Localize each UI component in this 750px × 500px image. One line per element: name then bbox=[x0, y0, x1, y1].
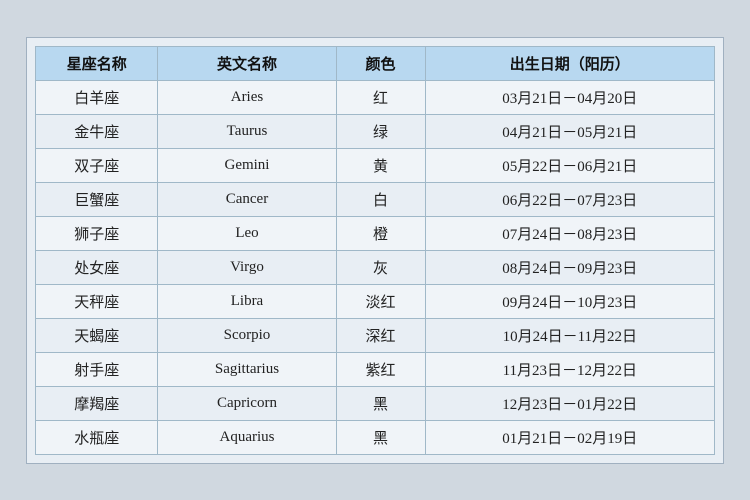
cell-color: 白 bbox=[336, 182, 425, 216]
table-row: 白羊座Aries红03月21日－04月20日 bbox=[36, 80, 715, 114]
table-row: 摩羯座Capricorn黑12月23日－01月22日 bbox=[36, 386, 715, 420]
cell-date: 05月22日－06月21日 bbox=[425, 148, 714, 182]
cell-cn: 摩羯座 bbox=[36, 386, 158, 420]
zodiac-table: 星座名称 英文名称 颜色 出生日期（阳历） 白羊座Aries红03月21日－04… bbox=[35, 46, 715, 455]
cell-cn: 白羊座 bbox=[36, 80, 158, 114]
cell-en: Libra bbox=[158, 284, 336, 318]
cell-color: 红 bbox=[336, 80, 425, 114]
table-row: 射手座Sagittarius紫红11月23日－12月22日 bbox=[36, 352, 715, 386]
header-date: 出生日期（阳历） bbox=[425, 46, 714, 80]
cell-color: 橙 bbox=[336, 216, 425, 250]
cell-cn: 金牛座 bbox=[36, 114, 158, 148]
cell-cn: 双子座 bbox=[36, 148, 158, 182]
cell-en: Gemini bbox=[158, 148, 336, 182]
table-row: 天蝎座Scorpio深红10月24日－11月22日 bbox=[36, 318, 715, 352]
table-row: 狮子座Leo橙07月24日－08月23日 bbox=[36, 216, 715, 250]
cell-cn: 射手座 bbox=[36, 352, 158, 386]
cell-en: Capricorn bbox=[158, 386, 336, 420]
cell-en: Scorpio bbox=[158, 318, 336, 352]
cell-cn: 巨蟹座 bbox=[36, 182, 158, 216]
cell-cn: 天蝎座 bbox=[36, 318, 158, 352]
cell-color: 黄 bbox=[336, 148, 425, 182]
zodiac-table-container: 星座名称 英文名称 颜色 出生日期（阳历） 白羊座Aries红03月21日－04… bbox=[26, 37, 724, 464]
cell-date: 04月21日－05月21日 bbox=[425, 114, 714, 148]
table-header-row: 星座名称 英文名称 颜色 出生日期（阳历） bbox=[36, 46, 715, 80]
cell-date: 01月21日－02月19日 bbox=[425, 420, 714, 454]
cell-cn: 天秤座 bbox=[36, 284, 158, 318]
cell-cn: 狮子座 bbox=[36, 216, 158, 250]
cell-color: 紫红 bbox=[336, 352, 425, 386]
cell-cn: 水瓶座 bbox=[36, 420, 158, 454]
header-cn: 星座名称 bbox=[36, 46, 158, 80]
cell-en: Taurus bbox=[158, 114, 336, 148]
cell-date: 03月21日－04月20日 bbox=[425, 80, 714, 114]
cell-en: Cancer bbox=[158, 182, 336, 216]
cell-date: 06月22日－07月23日 bbox=[425, 182, 714, 216]
cell-color: 黑 bbox=[336, 420, 425, 454]
cell-cn: 处女座 bbox=[36, 250, 158, 284]
cell-date: 10月24日－11月22日 bbox=[425, 318, 714, 352]
cell-en: Leo bbox=[158, 216, 336, 250]
table-row: 处女座Virgo灰08月24日－09月23日 bbox=[36, 250, 715, 284]
cell-en: Sagittarius bbox=[158, 352, 336, 386]
cell-en: Aquarius bbox=[158, 420, 336, 454]
cell-en: Aries bbox=[158, 80, 336, 114]
cell-date: 12月23日－01月22日 bbox=[425, 386, 714, 420]
cell-color: 灰 bbox=[336, 250, 425, 284]
cell-date: 08月24日－09月23日 bbox=[425, 250, 714, 284]
cell-en: Virgo bbox=[158, 250, 336, 284]
table-body: 白羊座Aries红03月21日－04月20日金牛座Taurus绿04月21日－0… bbox=[36, 80, 715, 454]
cell-color: 淡红 bbox=[336, 284, 425, 318]
cell-date: 07月24日－08月23日 bbox=[425, 216, 714, 250]
table-row: 水瓶座Aquarius黑01月21日－02月19日 bbox=[36, 420, 715, 454]
table-row: 天秤座Libra淡红09月24日－10月23日 bbox=[36, 284, 715, 318]
table-row: 金牛座Taurus绿04月21日－05月21日 bbox=[36, 114, 715, 148]
cell-date: 11月23日－12月22日 bbox=[425, 352, 714, 386]
header-en: 英文名称 bbox=[158, 46, 336, 80]
table-row: 巨蟹座Cancer白06月22日－07月23日 bbox=[36, 182, 715, 216]
cell-color: 黑 bbox=[336, 386, 425, 420]
header-color: 颜色 bbox=[336, 46, 425, 80]
cell-date: 09月24日－10月23日 bbox=[425, 284, 714, 318]
cell-color: 深红 bbox=[336, 318, 425, 352]
table-row: 双子座Gemini黄05月22日－06月21日 bbox=[36, 148, 715, 182]
cell-color: 绿 bbox=[336, 114, 425, 148]
